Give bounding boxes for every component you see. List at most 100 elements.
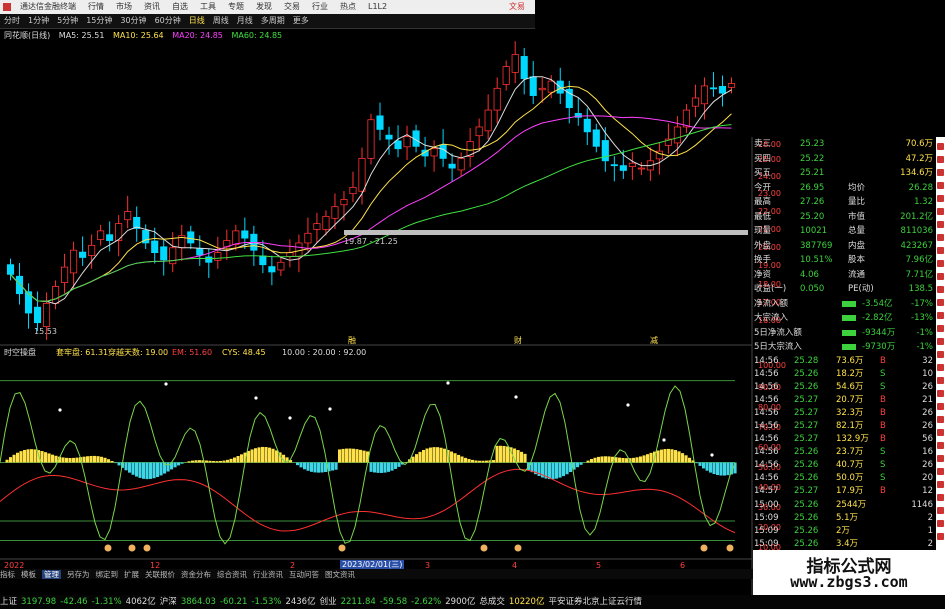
tick-row: 14:56 25.26 50.0万 S 20 — [752, 472, 935, 485]
candle-body — [61, 266, 69, 283]
candle-body — [403, 136, 411, 148]
toolbar-icon[interactable] — [937, 442, 944, 449]
bottom-tab[interactable]: 综合资讯 — [217, 570, 247, 579]
buy-signal-icon — [338, 544, 346, 552]
toolbar-icon[interactable] — [937, 143, 944, 150]
positive-bar — [215, 461, 219, 463]
negative-bar — [380, 462, 384, 473]
toolbar-icon[interactable] — [937, 364, 944, 371]
bottom-tab[interactable]: 行业资讯 — [253, 570, 283, 579]
tick-volume: 40.7万 — [836, 460, 864, 471]
bottom-tab[interactable]: 互动问答 — [289, 570, 319, 579]
side-toolbar[interactable] — [936, 137, 945, 557]
bottom-tab[interactable]: 关联报价 — [145, 570, 175, 579]
bottom-tab[interactable]: 另存为 — [67, 570, 90, 579]
toolbar-icon[interactable] — [937, 494, 944, 501]
positive-bar — [355, 449, 359, 463]
candle-body — [619, 165, 627, 171]
toolbar-icon[interactable] — [937, 156, 944, 163]
toolbar-icon[interactable] — [937, 351, 944, 358]
positive-bar — [229, 458, 233, 463]
toolbar-icon[interactable] — [937, 403, 944, 410]
quote-value: 387769 — [800, 240, 833, 251]
bottom-tab[interactable]: 模板 — [21, 570, 36, 579]
toolbar-icon[interactable] — [937, 208, 944, 215]
toolbar-icon[interactable] — [937, 286, 944, 293]
bottom-tab[interactable]: 图文资讯 — [325, 570, 355, 579]
toolbar-icon[interactable] — [937, 273, 944, 280]
negative-bar — [383, 462, 387, 473]
toolbar-icon[interactable] — [937, 169, 944, 176]
tick-price: 25.26 — [794, 512, 819, 523]
candle-body — [214, 252, 222, 261]
event-marker: 财 — [514, 335, 522, 345]
positive-bar — [520, 451, 524, 463]
index-amount: 4062亿 — [125, 597, 156, 607]
candle-body — [691, 97, 699, 107]
negative-bar — [394, 462, 398, 469]
negative-bar — [716, 462, 720, 476]
toolbar-icon[interactable] — [937, 299, 944, 306]
tick-row: 14:56 25.27 132.9万 B 56 — [752, 433, 935, 446]
negative-bar — [562, 462, 566, 477]
bottom-tab[interactable]: 资金分布 — [181, 570, 211, 579]
negative-bar — [306, 462, 310, 471]
toolbar-icon[interactable] — [937, 416, 944, 423]
candle-body — [682, 109, 690, 128]
toolbar-icon[interactable] — [937, 455, 944, 462]
toolbar-icon[interactable] — [937, 507, 944, 514]
candle-body — [493, 87, 501, 111]
tick-volume: 20.7万 — [836, 394, 864, 405]
tick-row: 14:56 25.27 20.7万 B 21 — [752, 394, 935, 407]
toolbar-icon[interactable] — [937, 325, 944, 332]
toolbar-icon[interactable] — [937, 377, 944, 384]
positive-bar — [670, 449, 674, 463]
bottom-tab[interactable]: 管理 — [42, 570, 61, 579]
flow-pct: -17% — [911, 298, 933, 309]
quote-row: 买五 25.21 134.6万 — [752, 166, 935, 181]
tick-row: 14:56 25.26 18.2万 S 10 — [752, 368, 935, 381]
toolbar-icon[interactable] — [937, 195, 944, 202]
positive-bar — [684, 455, 688, 463]
bottom-tab[interactable]: 绑定到 — [96, 570, 119, 579]
positive-bar — [23, 449, 27, 463]
toolbar-icon[interactable] — [937, 312, 944, 319]
positive-bar — [61, 457, 65, 463]
toolbar-icon[interactable] — [937, 221, 944, 228]
toolbar-icon[interactable] — [937, 429, 944, 436]
positive-bar — [649, 452, 653, 463]
quote-value: 27.26 — [800, 197, 825, 207]
tick-row: 15:09 25.26 5.1万 2 — [752, 512, 935, 525]
toolbar-icon[interactable] — [937, 533, 944, 540]
bottom-tab[interactable]: 扩展 — [124, 570, 139, 579]
toolbar-icon[interactable] — [937, 182, 944, 189]
toolbar-icon[interactable] — [937, 260, 944, 267]
toolbar-icon[interactable] — [937, 390, 944, 397]
toolbar-icon[interactable] — [937, 234, 944, 241]
tick-volume: 3.4万 — [836, 538, 859, 549]
positive-bar — [593, 457, 597, 463]
candle-body — [484, 109, 492, 132]
tick-time: 14:56 — [754, 460, 779, 471]
sub-legend-item: CYS: 48.45 — [222, 348, 266, 357]
toolbar-icon[interactable] — [937, 338, 944, 345]
negative-bar — [579, 462, 583, 465]
buy-signal-icon — [143, 544, 151, 552]
event-marker: 减 — [650, 335, 658, 345]
toolbar-icon[interactable] — [937, 468, 944, 475]
positive-bar — [19, 451, 23, 463]
negative-bar — [303, 462, 307, 470]
candle-body — [637, 167, 645, 170]
toolbar-icon[interactable] — [937, 481, 944, 488]
positive-bar — [219, 460, 223, 463]
positive-bar — [478, 460, 482, 463]
candle-body — [727, 83, 736, 88]
tick-count: 26 — [922, 460, 933, 471]
quote-volume: 47.2万 — [905, 153, 933, 164]
quote-value: 1.32 — [914, 197, 933, 207]
positive-bar — [268, 447, 272, 463]
toolbar-icon[interactable] — [937, 247, 944, 254]
index-value: 2211.84 — [340, 597, 376, 607]
toolbar-icon[interactable] — [937, 520, 944, 527]
bottom-tab[interactable]: 指标 — [0, 570, 15, 579]
